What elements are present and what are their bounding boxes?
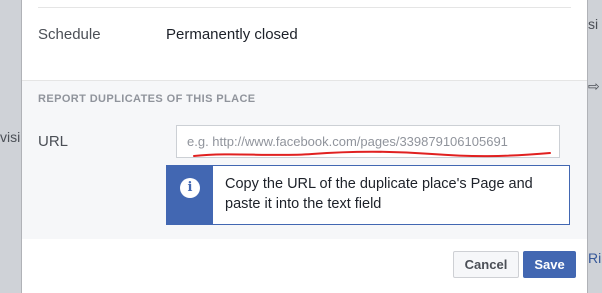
schedule-value[interactable]: Permanently closed (166, 26, 298, 43)
divider (38, 7, 571, 8)
info-circle-icon: i (180, 178, 200, 198)
schedule-label: Schedule (38, 26, 101, 43)
background-right-text-top: si (588, 16, 599, 32)
background-left-text: visi (0, 129, 21, 145)
duplicate-url-input[interactable] (176, 125, 560, 158)
dialog-footer: Cancel Save (22, 239, 587, 293)
info-message: Copy the URL of the duplicate place's Pa… (225, 176, 533, 212)
section-header: REPORT DUPLICATES OF THIS PLACE (38, 93, 256, 105)
report-duplicates-section: REPORT DUPLICATES OF THIS PLACE URL i Co… (22, 80, 587, 240)
info-strip: i (167, 166, 213, 224)
background-arrow-icon: ⇨ (588, 78, 600, 94)
save-button[interactable]: Save (523, 251, 576, 278)
info-callout: i Copy the URL of the duplicate place's … (166, 165, 570, 225)
cancel-button[interactable]: Cancel (453, 251, 519, 278)
background-right-link[interactable]: Ri (588, 250, 602, 266)
background-left-panel (0, 0, 22, 293)
suggest-edits-dialog: Schedule Permanently closed REPORT DUPLI… (22, 0, 587, 293)
url-label: URL (38, 133, 69, 150)
